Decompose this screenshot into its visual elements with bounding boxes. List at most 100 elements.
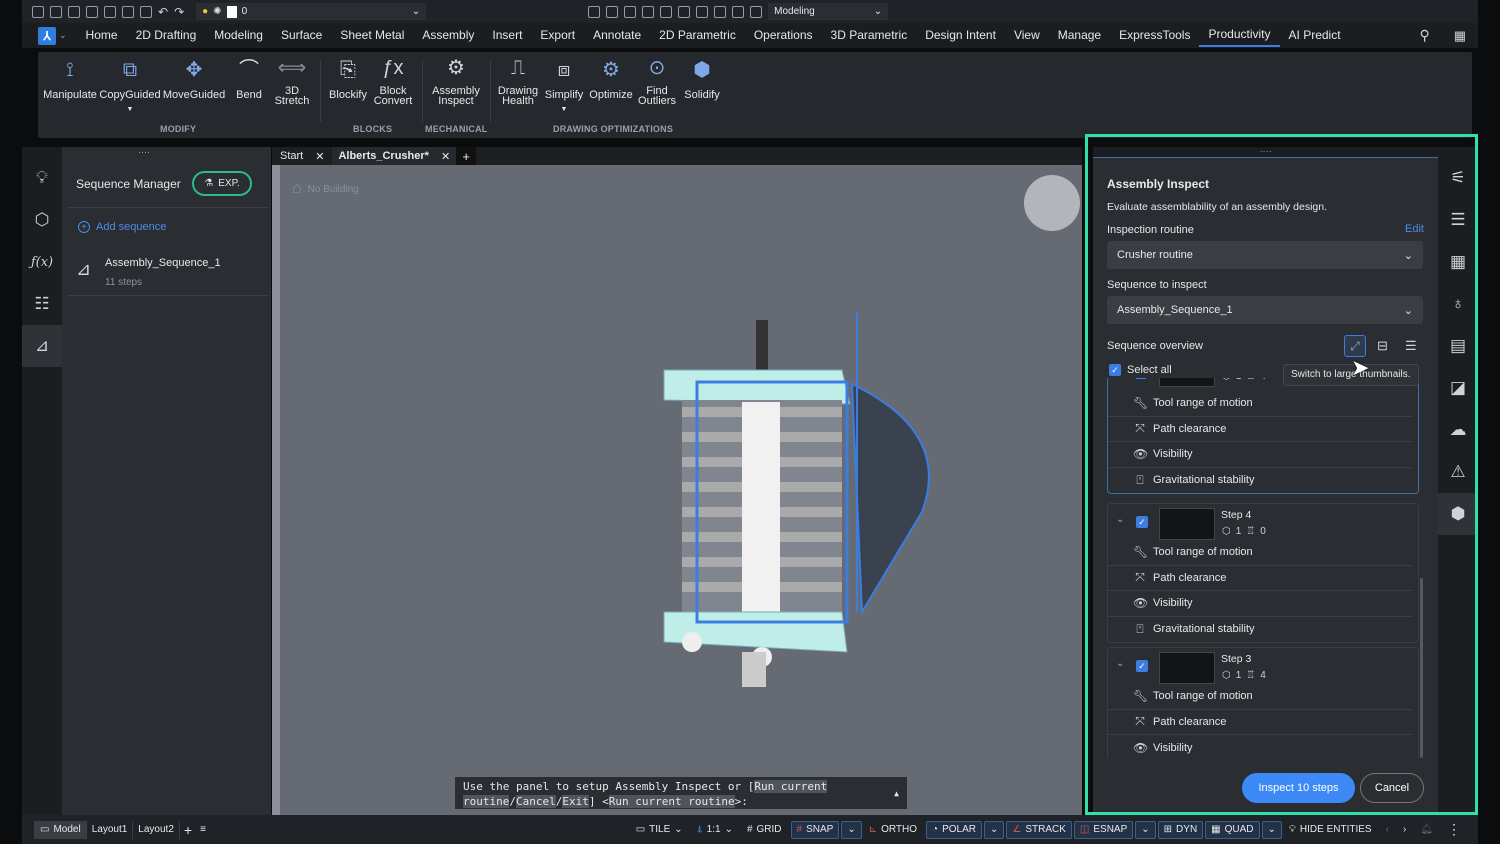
layout-menu-icon[interactable]: ≡ <box>196 824 210 835</box>
chevron-down-icon[interactable]: ⌄ <box>59 30 67 41</box>
hide-entities-toggle[interactable]: 💡︎ HIDE ENTITIES <box>1284 821 1377 839</box>
optimize-button[interactable]: ⚙ Optimize <box>588 56 634 101</box>
polar-dropdown[interactable]: ⌄ <box>983 820 1005 839</box>
experimental-badge[interactable]: ⚗ EXP. <box>192 171 252 196</box>
menu-ai-predict[interactable]: AI Predict <box>1280 23 1350 48</box>
check-path-clearance[interactable]: ⤧ Path clearance <box>1108 417 1412 442</box>
drawing-health-button[interactable]: ⎍ Drawing Health <box>496 56 540 107</box>
collapse-chevron-icon[interactable]: ⌄ <box>1116 514 1124 525</box>
moveguided-button[interactable]: ✥ MoveGuided <box>163 56 225 101</box>
copyguided-button[interactable]: ⧉ CopyGuided ▼ <box>99 56 160 115</box>
menu-sheet-metal[interactable]: Sheet Metal <box>331 23 413 48</box>
menu-surface[interactable]: Surface <box>272 23 331 48</box>
balloon-icon[interactable]: ♁ <box>1438 283 1478 325</box>
close-icon[interactable]: ✕ <box>441 150 450 163</box>
simplify-button[interactable]: ⧈ Simplify ▼ <box>542 56 586 115</box>
panel-grip[interactable]: ···· <box>1093 147 1438 157</box>
bend-button[interactable]: ⌒ Bend <box>232 56 266 101</box>
polar-toggle[interactable]: ◔ POLAR <box>926 820 982 839</box>
drawing-icon[interactable]: ◪ <box>1438 367 1478 409</box>
warning-icon[interactable]: ⚠ <box>1438 451 1478 493</box>
add-sequence-button[interactable]: + Add sequence <box>78 221 166 233</box>
collapse-chevron-icon[interactable]: ⌄ <box>1116 658 1124 669</box>
prev-arrow-icon[interactable]: ‹ <box>1381 821 1394 839</box>
new-tab-button[interactable]: + <box>456 147 477 165</box>
tab-layout2[interactable]: Layout2 <box>133 820 180 839</box>
undo-icon[interactable]: ↶ <box>158 5 168 19</box>
menu-3d-parametric[interactable]: 3D Parametric <box>822 23 917 48</box>
select-icon[interactable] <box>624 5 637 18</box>
check-visibility[interactable]: 👁︎ Visibility <box>1108 442 1412 468</box>
snap-dropdown[interactable]: ⌄ <box>841 820 862 839</box>
quad-dropdown[interactable]: ⌄ <box>1261 820 1282 839</box>
tab-model[interactable]: ▭ Model <box>34 820 87 839</box>
check-visibility[interactable]: 👁︎ Visibility <box>1108 735 1412 758</box>
save-as-icon[interactable] <box>86 5 98 18</box>
more-options-icon[interactable]: ⋮ <box>1442 821 1466 839</box>
page-setup-icon[interactable] <box>104 5 116 18</box>
plot-icon[interactable] <box>140 5 152 18</box>
gear-icon[interactable] <box>732 5 745 18</box>
check-path-clearance[interactable]: ⤧ Path clearance <box>1108 710 1412 735</box>
tab-start[interactable]: Start ✕ <box>272 147 332 165</box>
close-icon[interactable]: ✕ <box>315 150 324 163</box>
panel-icon[interactable] <box>714 5 727 18</box>
redo-icon[interactable]: ↷ <box>174 5 184 19</box>
ortho-toggle[interactable]: ⊾ ORTHO <box>864 821 922 839</box>
sequence-manager-icon[interactable]: ⊿ <box>22 325 62 367</box>
layer-dropdown[interactable]: ● ✺ 0 ⌄ <box>196 3 427 20</box>
properties-sliders-icon[interactable]: ⚟ <box>1438 157 1478 199</box>
function-icon[interactable]: ƒ(x) <box>22 241 62 283</box>
list-view-button[interactable]: ☰ <box>1405 338 1417 354</box>
blockify-button[interactable]: ⎘ Blockify <box>326 56 370 101</box>
esnap-toggle[interactable]: ◫ ESNAP <box>1073 820 1134 839</box>
cmd-option-exit[interactable]: Exit <box>562 795 589 808</box>
cloud-icon[interactable]: ☁ <box>1438 409 1478 451</box>
check-visibility[interactable]: 👁︎ Visibility <box>1108 591 1412 617</box>
cube-icon[interactable]: ⬡ <box>22 199 62 241</box>
check-gravitational-stability[interactable]: ⍞ Gravitational stability <box>1108 468 1412 494</box>
save-icon[interactable] <box>68 5 80 18</box>
check-tool-range[interactable]: 🔧︎ Tool range of motion <box>1108 684 1412 710</box>
inspect-steps-button[interactable]: Inspect 10 steps <box>1242 773 1355 803</box>
scale-dropdown[interactable]: ⍋ 1:1 ⌄ <box>692 821 738 839</box>
workspace-dropdown[interactable]: Modeling ⌄ <box>768 3 889 20</box>
small-thumbnails-button[interactable]: ⊟ <box>1377 338 1388 354</box>
esnap-dropdown[interactable]: ⌄ <box>1135 820 1156 839</box>
print-icon[interactable] <box>122 5 134 18</box>
new-file-icon[interactable] <box>32 5 44 18</box>
grid-toggle[interactable]: # GRID <box>742 821 787 839</box>
dyn-toggle[interactable]: ⊞ DYN <box>1157 820 1204 839</box>
search-icon[interactable]: ⚲ <box>1419 27 1429 44</box>
crusher-3d-model[interactable] <box>652 312 952 712</box>
strack-toggle[interactable]: ∠ STRACK <box>1006 820 1072 839</box>
cancel-button[interactable]: Cancel <box>1360 773 1424 803</box>
sequence-item[interactable]: ⊿ Assembly_Sequence_1 11 steps <box>72 251 268 293</box>
app-logo[interactable]: ⅄ <box>38 26 56 45</box>
cube-2-icon[interactable] <box>678 5 691 18</box>
render-icon[interactable] <box>696 5 709 18</box>
expand-history-icon[interactable]: ▲ <box>894 786 899 801</box>
pen-icon[interactable] <box>606 5 619 18</box>
scrollbar-thumb[interactable] <box>1420 578 1423 758</box>
filter-icon[interactable] <box>642 5 655 18</box>
command-line[interactable]: Use the panel to setup Assembly Inspect … <box>455 777 907 809</box>
find-outliers-button[interactable]: ⊙ Find Outliers <box>636 56 678 107</box>
menu-design-intent[interactable]: Design Intent <box>916 23 1005 48</box>
tile-toggle[interactable]: ▭ TILE ⌄ <box>631 821 688 839</box>
menu-2d-parametric[interactable]: 2D Parametric <box>650 23 745 48</box>
menu-assembly[interactable]: Assembly <box>413 23 483 48</box>
menu-modeling[interactable]: Modeling <box>205 23 272 48</box>
drawing-viewport[interactable]: ⌂ No Building <box>272 147 1082 815</box>
panel-grip[interactable]: ···· <box>138 147 150 157</box>
match-properties-icon[interactable] <box>588 5 601 18</box>
step-checkbox[interactable]: ✓ <box>1136 516 1148 528</box>
select-all-checkbox[interactable]: ✓ Select all <box>1109 364 1172 376</box>
menu-productivity[interactable]: Productivity <box>1199 24 1280 47</box>
sequence-dropdown[interactable]: Assembly_Sequence_1 ⌄ <box>1107 296 1423 324</box>
next-arrow-icon[interactable]: › <box>1398 821 1411 839</box>
menu-insert[interactable]: Insert <box>483 23 531 48</box>
table-icon[interactable]: ▤ <box>1438 325 1478 367</box>
step-checkbox[interactable]: ✓ <box>1136 660 1148 672</box>
cmd-option-run[interactable]: Run current <box>754 780 828 793</box>
